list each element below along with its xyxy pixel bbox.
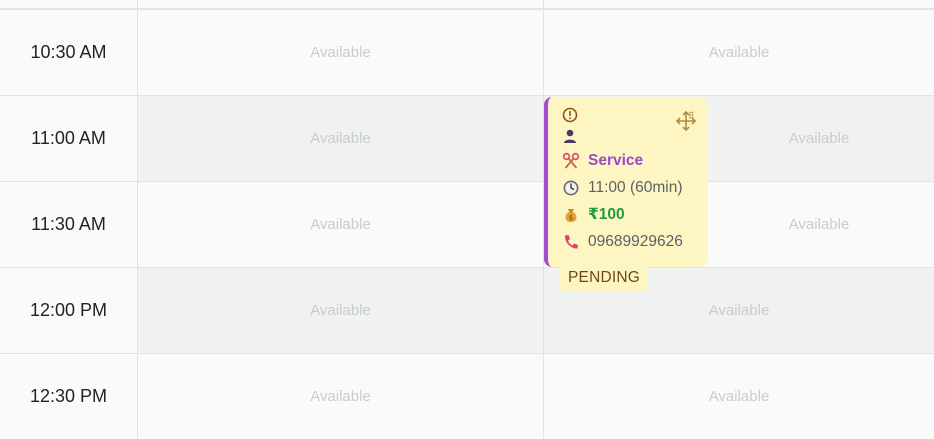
- slot-top-1[interactable]: [138, 0, 544, 8]
- phone-icon: [562, 232, 582, 252]
- available-slot[interactable]: Available: [138, 354, 544, 439]
- schedule-row: 12:30 PM Available Available: [0, 353, 934, 439]
- appointment-time: 11:00 (60min): [588, 178, 683, 196]
- slot-top-2[interactable]: [544, 0, 934, 8]
- move-icon[interactable]: [674, 109, 698, 133]
- available-slot[interactable]: Available: [138, 10, 544, 95]
- appointment-price-row: $ ₹100: [562, 201, 698, 228]
- available-slot[interactable]: Available: [544, 10, 934, 95]
- available-slot[interactable]: Available: [544, 354, 934, 439]
- alert-circle-icon: [562, 105, 582, 125]
- appointment-price: ₹100: [588, 206, 625, 223]
- svg-text:$: $: [569, 214, 573, 222]
- time-label: 11:00 AM: [0, 96, 138, 181]
- appointment-phone[interactable]: 09689929626: [588, 233, 683, 251]
- appointment-time-row: 11:00 (60min): [562, 174, 698, 201]
- time-label: 12:00 PM: [0, 268, 138, 353]
- money-bag-icon: $: [562, 205, 582, 225]
- schedule-grid: 10:30 AM Available Available 11:00 AM Av…: [0, 0, 934, 439]
- time-label: 11:30 AM: [0, 182, 138, 267]
- time-label: 10:30 AM: [0, 10, 138, 95]
- schedule-row: 12:00 PM Available Available: [0, 267, 934, 353]
- appointment-phone-row: 09689929626: [562, 228, 698, 255]
- schedule-row-top: [0, 0, 934, 9]
- schedule-row: 11:00 AM Available Available: [0, 95, 934, 181]
- scissors-icon: [562, 151, 582, 171]
- schedule-row: 10:30 AM Available Available: [0, 9, 934, 95]
- appointment-service: Service: [588, 151, 644, 169]
- time-cell-top: [0, 0, 138, 8]
- status-badge: PENDING: [560, 265, 649, 291]
- available-slot[interactable]: Available: [138, 96, 544, 181]
- clock-icon: [562, 178, 582, 198]
- available-slot[interactable]: Available: [138, 268, 544, 353]
- appointment-service-row: Service: [562, 147, 698, 174]
- time-label: 12:30 PM: [0, 354, 138, 439]
- appointment-card[interactable]: Service 11:00 (60min) $ ₹100 09689929626: [544, 97, 708, 267]
- user-icon: [562, 126, 582, 146]
- schedule-row: 11:30 AM Available Available: [0, 181, 934, 267]
- available-slot[interactable]: Available: [138, 182, 544, 267]
